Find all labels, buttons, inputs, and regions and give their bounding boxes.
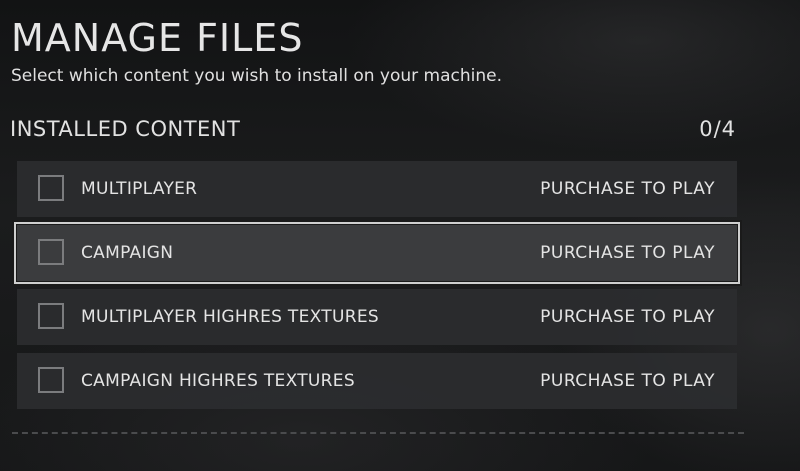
- installed-count: 0/4: [699, 117, 736, 141]
- page-title: MANAGE FILES: [11, 16, 304, 60]
- content-item-label: MULTIPLAYER HIGHRES TEXTURES: [81, 307, 379, 327]
- content-item-label: MULTIPLAYER: [81, 179, 198, 199]
- content-item-status: PURCHASE TO PLAY: [540, 179, 715, 199]
- multiplayer-highres-textures-checkbox[interactable]: [38, 303, 64, 329]
- campaign-checkbox[interactable]: [38, 239, 64, 265]
- content-item-status: PURCHASE TO PLAY: [540, 371, 715, 391]
- content-item-campaign[interactable]: CAMPAIGN PURCHASE TO PLAY: [14, 222, 740, 284]
- content-item-status: PURCHASE TO PLAY: [540, 307, 715, 327]
- campaign-highres-textures-checkbox[interactable]: [38, 367, 64, 393]
- content-list: MULTIPLAYER PURCHASE TO PLAY CAMPAIGN PU…: [14, 161, 740, 417]
- page-subtitle: Select which content you wish to install…: [11, 66, 502, 86]
- multiplayer-checkbox[interactable]: [38, 175, 64, 201]
- installed-content-header: INSTALLED CONTENT 0/4: [10, 114, 736, 144]
- content-item-campaign-highres-textures[interactable]: CAMPAIGN HIGHRES TEXTURES PURCHASE TO PL…: [17, 353, 737, 409]
- manage-files-screen: MANAGE FILES Select which content you wi…: [0, 0, 800, 471]
- content-item-label: CAMPAIGN: [81, 243, 174, 263]
- dashed-divider: [12, 432, 744, 434]
- content-item-multiplayer[interactable]: MULTIPLAYER PURCHASE TO PLAY: [17, 161, 737, 217]
- section-title: INSTALLED CONTENT: [10, 117, 241, 141]
- content-item-multiplayer-highres-textures[interactable]: MULTIPLAYER HIGHRES TEXTURES PURCHASE TO…: [17, 289, 737, 345]
- content-item-label: CAMPAIGN HIGHRES TEXTURES: [81, 371, 355, 391]
- content-item-status: PURCHASE TO PLAY: [540, 243, 715, 263]
